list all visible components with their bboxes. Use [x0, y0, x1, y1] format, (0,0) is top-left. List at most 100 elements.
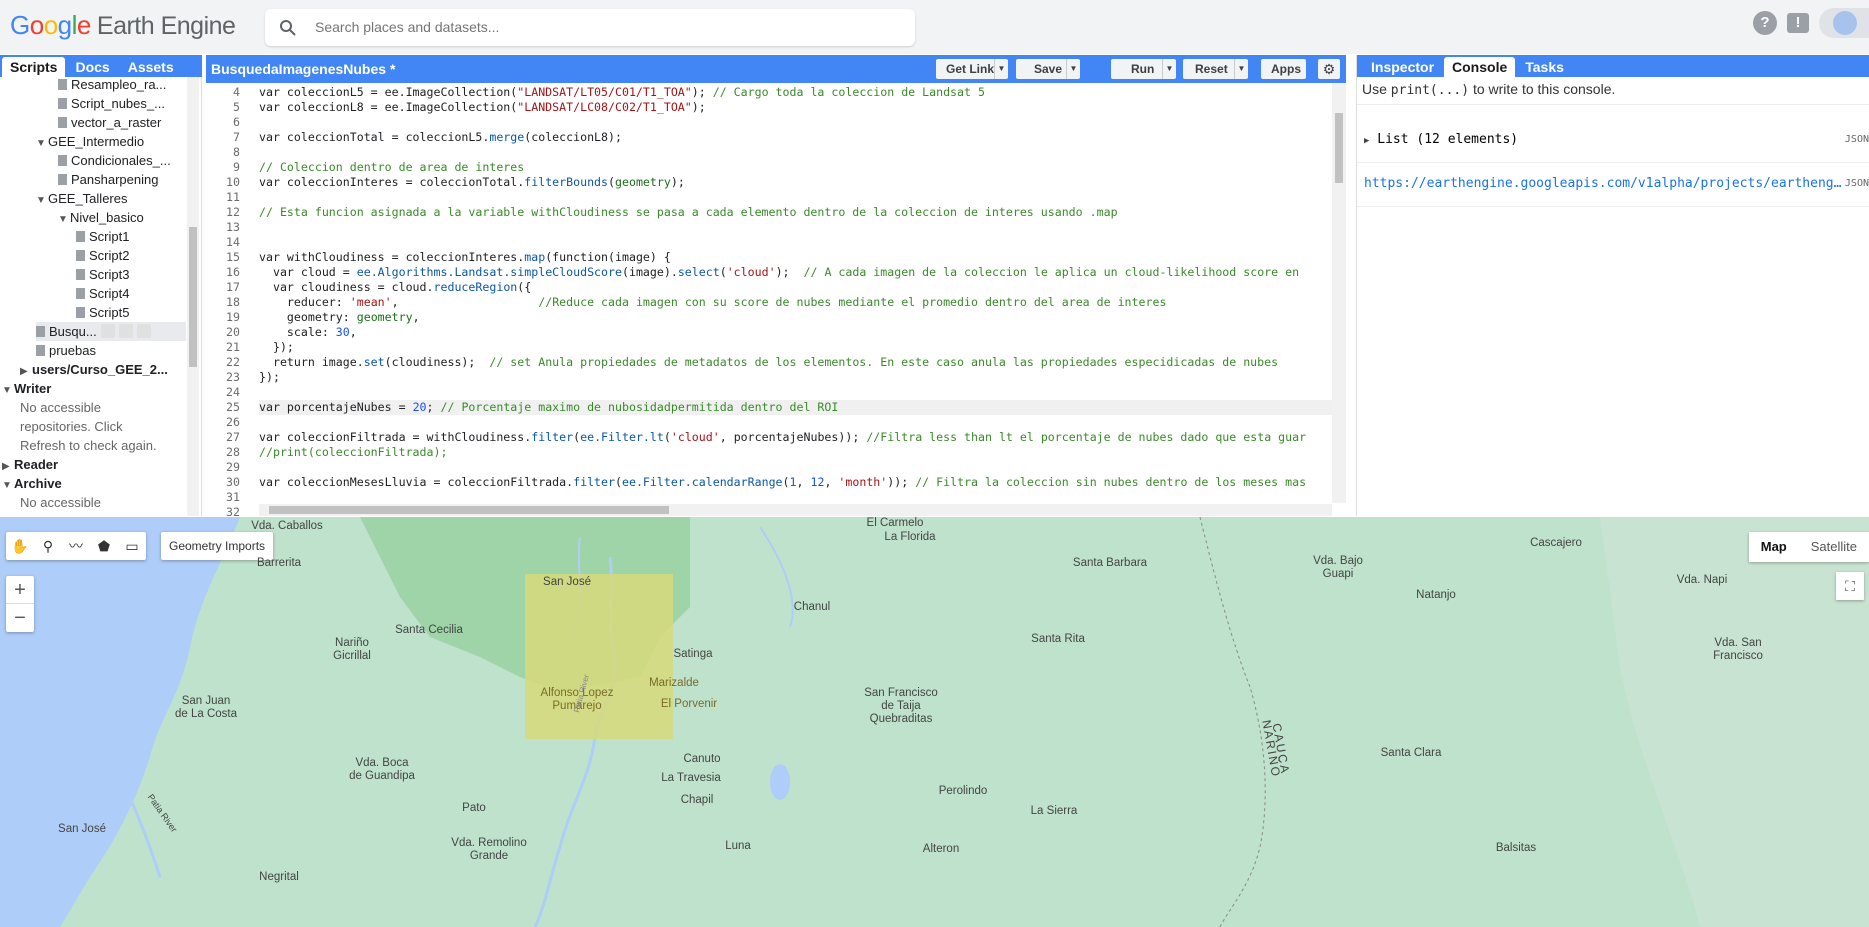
tree-item[interactable]: ▼ Nivel_basico: [58, 208, 144, 227]
tree-item[interactable]: Script_nubes_...: [58, 94, 165, 113]
tree-item[interactable]: pruebas: [36, 341, 96, 360]
code-line[interactable]: return image.set(cloudiness); // set Anu…: [259, 355, 1278, 370]
chevron-down-icon[interactable]: ▼: [58, 210, 70, 229]
console-list-entry[interactable]: ▶ List (12 elements): [1364, 132, 1518, 147]
console-entry[interactable]: https://earthengine.googleapis.com/v1alp…: [1357, 163, 1869, 207]
tree-item[interactable]: Resampleo_ra...: [58, 77, 166, 94]
map-view[interactable]: ✋ ⚲ 〰 ⬟ ▭ Geometry Imports + − Map Satel…: [0, 517, 1869, 927]
code-line[interactable]: var coleccionMesesLluvia = coleccionFilt…: [259, 475, 1306, 490]
get-link-button[interactable]: Get Link ▼: [936, 59, 1008, 79]
tree-item[interactable]: ▼ Archive: [2, 474, 62, 493]
tab-console[interactable]: Console: [1444, 57, 1516, 77]
tree-item[interactable]: ▼ Writer: [2, 379, 51, 398]
line-number: 6: [233, 115, 240, 129]
geometry-roi[interactable]: [525, 574, 673, 739]
code-line[interactable]: var coleccionInteres = coleccionTotal.fi…: [259, 175, 685, 190]
code-line[interactable]: var porcentajeNubes = 20; // Porcentaje …: [259, 400, 1332, 415]
apps-button[interactable]: Apps: [1261, 59, 1306, 79]
code-line[interactable]: //print(coleccionFiltrada);: [259, 445, 447, 460]
fullscreen-icon[interactable]: ⛶: [1836, 572, 1864, 600]
code-line[interactable]: geometry: geometry,: [259, 310, 420, 325]
search-box[interactable]: [265, 9, 915, 46]
tree-item[interactable]: Script2: [76, 246, 129, 265]
feedback-icon[interactable]: !: [1787, 13, 1809, 33]
tab-tasks[interactable]: Tasks: [1517, 57, 1572, 77]
gear-icon[interactable]: ⚙: [1318, 59, 1340, 79]
tab-inspector[interactable]: Inspector: [1363, 57, 1442, 77]
tree-item-label: GEE_Talleres: [48, 191, 128, 206]
code-line[interactable]: var withCloudiness = coleccionInteres.ma…: [259, 250, 671, 265]
code-line[interactable]: // Coleccion dentro de area de interes: [259, 160, 524, 175]
tree-item[interactable]: Pansharpening: [58, 170, 158, 189]
reset-dropdown-icon[interactable]: ▼: [1234, 59, 1248, 79]
code-line[interactable]: scale: 30,: [259, 325, 357, 340]
code-line[interactable]: var cloudiness = cloud.reduceRegion({: [259, 280, 531, 295]
tree-item[interactable]: Busqu...: [36, 322, 186, 341]
delete-icon[interactable]: [136, 324, 151, 338]
geometry-imports-button[interactable]: Geometry Imports: [161, 532, 274, 560]
chevron-down-icon[interactable]: ▼: [36, 191, 48, 210]
account-icon[interactable]: [1819, 8, 1869, 38]
line-number: 27: [226, 430, 240, 444]
file-icon: [76, 307, 85, 318]
hand-icon[interactable]: ✋: [6, 532, 34, 560]
code-line[interactable]: });: [259, 370, 280, 385]
code-line[interactable]: var cloud = ee.Algorithms.Landsat.simple…: [259, 265, 1299, 280]
editor-horizontal-scrollbar[interactable]: [259, 504, 1332, 516]
code-line[interactable]: reducer: 'mean', //Reduce cada imagen co…: [259, 295, 1167, 310]
rectangle-icon[interactable]: ▭: [118, 532, 146, 560]
run-dropdown-icon[interactable]: ▼: [1162, 59, 1176, 79]
save-dropdown-icon[interactable]: ▼: [1066, 59, 1080, 79]
help-icon[interactable]: ?: [1753, 11, 1777, 35]
code-area[interactable]: 4 5 6 7 8 9 10 11 12 13 14 15 16 17 18 19 20 21 22 23 24 25 26…: [206, 83, 1346, 516]
place-label: La Sierra: [1030, 805, 1078, 817]
json-link[interactable]: JSON: [1845, 134, 1869, 145]
tree-item[interactable]: Script3: [76, 265, 129, 284]
tree-item[interactable]: Script4: [76, 284, 129, 303]
zoom-out-button[interactable]: −: [6, 604, 34, 632]
editor-toolbar: BusquedaImagenesNubes * Get Link ▼ Save ▼ …: [206, 55, 1346, 83]
map-type-map[interactable]: Map: [1749, 532, 1799, 562]
get-link-dropdown-icon[interactable]: ▼: [994, 59, 1008, 79]
line-icon[interactable]: 〰: [62, 532, 90, 560]
search-input[interactable]: [315, 17, 895, 37]
console-entry[interactable]: ▶ List (12 elements) JSON: [1357, 119, 1869, 163]
code-line[interactable]: var coleccionFiltrada = withCloudiness.f…: [259, 430, 1306, 445]
earth-engine-logo[interactable]: Google Earth Engine: [10, 10, 236, 41]
tree-item[interactable]: ▶ Reader: [2, 455, 58, 474]
reset-button[interactable]: Reset ▼: [1183, 59, 1248, 79]
place-label: Vda. San Francisco: [1713, 637, 1763, 662]
code-line[interactable]: // Esta funcion asignada a la variable w…: [259, 205, 1118, 220]
expand-arrow-icon[interactable]: ▶: [1364, 136, 1369, 146]
code-line[interactable]: });: [259, 340, 294, 355]
tab-docs[interactable]: Docs: [67, 57, 117, 77]
code-line[interactable]: var coleccionTotal = coleccionL5.merge(c…: [259, 130, 622, 145]
code-line[interactable]: var coleccionL5 = ee.ImageCollection("LA…: [259, 85, 985, 100]
tree-item[interactable]: vector_a_raster: [58, 113, 161, 132]
file-icon: [76, 231, 85, 242]
scripts-scrollbar[interactable]: [187, 77, 199, 516]
code-line[interactable]: var coleccionL8 = ee.ImageCollection("LA…: [259, 100, 706, 115]
tree-item[interactable]: Script5: [76, 303, 129, 322]
zoom-in-button[interactable]: +: [6, 576, 34, 604]
tree-item[interactable]: Script1: [76, 227, 129, 246]
tree-item[interactable]: Condicionales_...: [58, 151, 171, 170]
save-button[interactable]: Save ▼: [1016, 59, 1080, 79]
chevron-down-icon[interactable]: ▼: [36, 134, 48, 153]
tree-item[interactable]: ▼ GEE_Intermedio: [36, 132, 144, 151]
chevron-down-icon[interactable]: ▼: [2, 381, 14, 400]
history-icon[interactable]: [100, 324, 115, 338]
edit-icon[interactable]: [118, 324, 133, 338]
run-button[interactable]: Run ▼: [1111, 59, 1176, 79]
marker-icon[interactable]: ⚲: [34, 532, 62, 560]
chevron-down-icon[interactable]: ▼: [2, 476, 14, 495]
tab-scripts[interactable]: Scripts: [2, 57, 66, 77]
tab-assets[interactable]: Assets: [120, 57, 182, 77]
console-url-link[interactable]: https://earthengine.googleapis.com/v1alp…: [1364, 176, 1841, 191]
tree-item[interactable]: ▶ users/Curso_GEE_2...: [20, 360, 168, 379]
polygon-icon[interactable]: ⬟: [90, 532, 118, 560]
editor-vertical-scrollbar[interactable]: [1332, 83, 1346, 503]
json-link[interactable]: JSON: [1845, 178, 1869, 189]
tree-item[interactable]: ▼ GEE_Talleres: [36, 189, 127, 208]
map-type-satellite[interactable]: Satellite: [1799, 532, 1869, 562]
